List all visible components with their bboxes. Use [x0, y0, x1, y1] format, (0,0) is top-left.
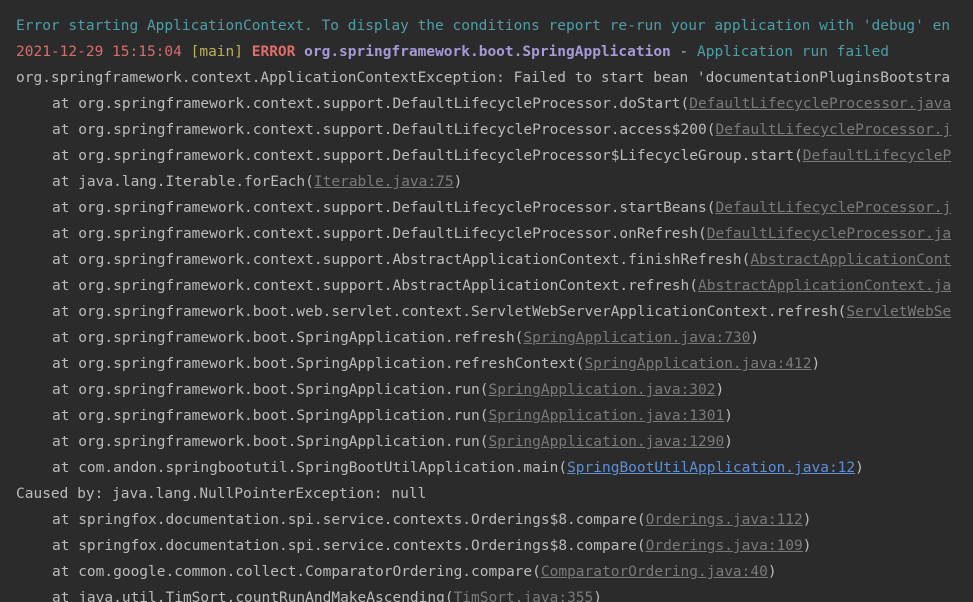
- console-output: Error starting ApplicationContext. To di…: [0, 0, 973, 602]
- caused-by-line: Caused by: java.lang.NullPointerExceptio…: [16, 486, 427, 502]
- frame-close: ): [802, 512, 812, 528]
- frame-method: at com.google.common.collect.ComparatorO…: [52, 564, 541, 580]
- frame-method: at org.springframework.context.support.D…: [52, 148, 803, 164]
- stack-frame: at org.springframework.context.support.D…: [0, 143, 973, 169]
- source-link[interactable]: SpringApplication.java:1301: [489, 408, 725, 424]
- source-link[interactable]: Orderings.java:112: [646, 512, 803, 528]
- frame-close: ): [724, 434, 733, 450]
- exception-line: org.springframework.context.ApplicationC…: [16, 70, 951, 86]
- frame-method: at org.springframework.boot.SpringApplic…: [52, 408, 489, 424]
- source-link[interactable]: SpringApplication.java:412: [585, 356, 812, 372]
- stack-frame: at org.springframework.boot.SpringApplic…: [0, 351, 973, 377]
- stack-frame: at springfox.documentation.spi.service.c…: [0, 533, 973, 559]
- stack-frame: at org.springframework.boot.SpringApplic…: [0, 377, 973, 403]
- source-link[interactable]: SpringApplication.java:1290: [489, 434, 725, 450]
- frame-method: at java.util.TimSort.countRunAndMakeAsce…: [52, 590, 454, 602]
- stack-frame: at org.springframework.context.support.D…: [0, 91, 973, 117]
- source-link[interactable]: SpringApplication.java:302: [489, 382, 716, 398]
- error-log-line: 2021-12-29 15:15:04 [main] ERROR org.spr…: [0, 39, 973, 65]
- source-link[interactable]: AbstractApplicationContext.ja: [698, 278, 951, 294]
- source-link[interactable]: Orderings.java:109: [646, 538, 803, 554]
- frame-close: ): [855, 460, 864, 476]
- source-link[interactable]: DefaultLifecycleP: [803, 148, 951, 164]
- log-timestamp: 2021-12-29 15:15:04: [16, 44, 182, 60]
- conditions-report-hint: Error starting ApplicationContext. To di…: [16, 18, 951, 34]
- log-separator: -: [670, 44, 697, 60]
- source-link[interactable]: Iterable.java:75: [314, 174, 454, 190]
- stack-frame: at org.springframework.context.support.A…: [0, 273, 973, 299]
- frame-close: ): [750, 330, 760, 346]
- stack-frame: at org.springframework.boot.SpringApplic…: [0, 403, 973, 429]
- log-logger: org.springframework.boot.SpringApplicati…: [304, 44, 671, 60]
- frame-method: at org.springframework.context.support.A…: [52, 252, 751, 268]
- log-message: Application run failed: [696, 44, 890, 60]
- stack-frame: at com.google.common.collect.ComparatorO…: [0, 559, 973, 585]
- stack-frame: at springfox.documentation.spi.service.c…: [0, 507, 973, 533]
- frame-method: at org.springframework.context.support.D…: [52, 96, 690, 112]
- frame-method: at org.springframework.boot.SpringApplic…: [52, 382, 489, 398]
- frame-method: at springfox.documentation.spi.service.c…: [52, 512, 646, 528]
- frame-close: ): [715, 382, 725, 398]
- frame-method: at org.springframework.context.support.D…: [52, 122, 716, 138]
- stack-frame: at java.lang.Iterable.forEach(Iterable.j…: [0, 169, 973, 195]
- frame-method: at org.springframework.boot.web.servlet.…: [52, 304, 847, 320]
- frame-close: ): [767, 564, 777, 580]
- user-source-link[interactable]: SpringBootUtilApplication.java:12: [567, 460, 855, 476]
- frame-close: ): [724, 408, 733, 424]
- source-link[interactable]: DefaultLifecycleProcessor.ja: [707, 226, 951, 242]
- frame-method: at springfox.documentation.spi.service.c…: [52, 538, 646, 554]
- frame-close: ): [593, 590, 602, 602]
- frame-method: at org.springframework.context.support.A…: [52, 278, 699, 294]
- frame-method: at org.springframework.boot.SpringApplic…: [52, 434, 489, 450]
- source-link[interactable]: ServletWebSe: [846, 304, 951, 320]
- frame-method: at java.lang.Iterable.forEach(: [52, 174, 314, 190]
- frame-close: ): [802, 538, 812, 554]
- frame-close: ): [811, 356, 821, 372]
- log-thread: [main]: [190, 44, 243, 60]
- stack-frame: at com.andon.springbootutil.SpringBootUt…: [0, 455, 973, 481]
- source-link[interactable]: SpringApplication.java:730: [523, 330, 750, 346]
- stack-frame: at org.springframework.context.support.D…: [0, 117, 973, 143]
- frame-close: ): [453, 174, 463, 190]
- frame-method: at org.springframework.boot.SpringApplic…: [52, 356, 585, 372]
- source-link[interactable]: DefaultLifecycleProcessor.j: [715, 200, 951, 216]
- source-link[interactable]: DefaultLifecycleProcessor.java: [689, 96, 951, 112]
- log-level: ERROR: [251, 44, 296, 60]
- stack-frame: at org.springframework.context.support.A…: [0, 247, 973, 273]
- frame-method: at org.springframework.context.support.D…: [52, 200, 716, 216]
- frame-method: at com.andon.springbootutil.SpringBootUt…: [52, 460, 568, 476]
- stack-frame: at org.springframework.boot.SpringApplic…: [0, 325, 973, 351]
- source-link[interactable]: TimSort.java:355: [454, 590, 594, 602]
- stack-frame: at org.springframework.boot.SpringApplic…: [0, 429, 973, 455]
- stack-frame: at org.springframework.context.support.D…: [0, 221, 973, 247]
- stack-frame: at org.springframework.context.support.D…: [0, 195, 973, 221]
- frame-method: at org.springframework.context.support.D…: [52, 226, 707, 242]
- source-link[interactable]: AbstractApplicationCont: [750, 252, 951, 268]
- source-link[interactable]: DefaultLifecycleProcessor.j: [715, 122, 951, 138]
- source-link[interactable]: ComparatorOrdering.java:40: [541, 564, 768, 580]
- stack-frame: at org.springframework.boot.web.servlet.…: [0, 299, 973, 325]
- frame-method: at org.springframework.boot.SpringApplic…: [52, 330, 524, 346]
- stack-frame: at java.util.TimSort.countRunAndMakeAsce…: [0, 585, 973, 602]
